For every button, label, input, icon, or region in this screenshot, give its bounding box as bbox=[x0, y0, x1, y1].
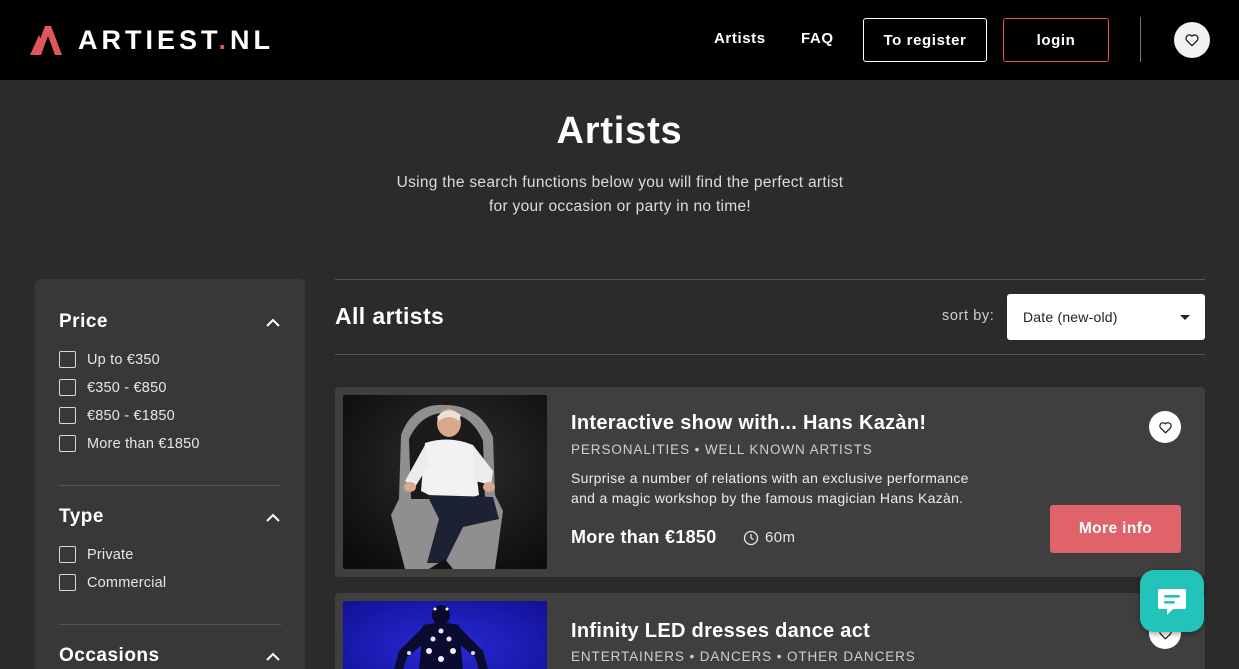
sort-label: sort by: bbox=[942, 308, 995, 324]
description-line: Surprise a number of relations with an e… bbox=[571, 470, 969, 486]
option-label: Private bbox=[87, 546, 134, 563]
checkbox[interactable] bbox=[59, 351, 76, 368]
favorite-button[interactable] bbox=[1149, 411, 1181, 443]
listing-heading: All artists bbox=[335, 303, 445, 329]
chevron-up-icon[interactable] bbox=[265, 318, 281, 328]
site-header: ARTIEST.NL Artists FAQ To register login bbox=[0, 0, 1239, 80]
page-subtitle-line: Using the search functions below you wil… bbox=[396, 174, 844, 191]
clock-icon bbox=[743, 530, 759, 545]
header-divider bbox=[1140, 17, 1141, 62]
sort-selected-value: Date (new-old) bbox=[1023, 309, 1118, 325]
option-label: More than €1850 bbox=[87, 435, 200, 452]
checkbox[interactable] bbox=[59, 379, 76, 396]
artist-title[interactable]: Infinity LED dresses dance act bbox=[571, 620, 870, 643]
artist-categories: PERSONALITIES • WELL KNOWN ARTISTS bbox=[571, 442, 873, 457]
nav-faq-link[interactable]: FAQ bbox=[801, 30, 834, 47]
filter-price-title[interactable]: Price bbox=[59, 311, 108, 333]
nav-artists-link[interactable]: Artists bbox=[714, 30, 766, 47]
listing-top-divider bbox=[335, 279, 1205, 280]
artist-photo[interactable] bbox=[343, 601, 547, 669]
chevron-up-icon[interactable] bbox=[265, 652, 281, 662]
filter-price-option[interactable]: Up to €350 bbox=[59, 351, 160, 368]
artist-card[interactable]: Infinity LED dresses dance act ENTERTAIN… bbox=[335, 593, 1205, 669]
filter-price-option[interactable]: €350 - €850 bbox=[59, 379, 167, 396]
favorites-button[interactable] bbox=[1174, 22, 1210, 58]
checkbox[interactable] bbox=[59, 407, 76, 424]
chat-button[interactable] bbox=[1140, 570, 1204, 632]
chat-bubble-icon bbox=[1158, 589, 1186, 615]
caret-down-icon bbox=[1180, 315, 1190, 320]
filter-type-title[interactable]: Type bbox=[59, 506, 104, 528]
artist-categories: ENTERTAINERS • DANCERS • OTHER DANCERS bbox=[571, 649, 916, 664]
heart-icon bbox=[1158, 421, 1172, 433]
option-label: €350 - €850 bbox=[87, 379, 167, 396]
duration-value: 60m bbox=[765, 529, 796, 546]
filter-price-option[interactable]: More than €1850 bbox=[59, 435, 200, 452]
artist-card[interactable]: Interactive show with... Hans Kazàn! PER… bbox=[335, 387, 1205, 577]
filter-occasions-title[interactable]: Occasions bbox=[59, 645, 160, 667]
artist-description: Surprise a number of relations with an e… bbox=[571, 468, 1021, 508]
filter-type-option[interactable]: Private bbox=[59, 546, 134, 563]
option-label: €850 - €1850 bbox=[87, 407, 175, 424]
register-button[interactable]: To register bbox=[863, 18, 987, 62]
artist-photo-image bbox=[343, 601, 547, 669]
checkbox[interactable] bbox=[59, 546, 76, 563]
filter-type-option[interactable]: Commercial bbox=[59, 574, 166, 591]
listing-bottom-divider bbox=[335, 354, 1205, 355]
sort-select[interactable]: Date (new-old) bbox=[1007, 294, 1205, 340]
login-button[interactable]: login bbox=[1003, 18, 1109, 62]
page-subtitle: Using the search functions below you wil… bbox=[370, 171, 870, 219]
artist-photo-image bbox=[343, 395, 547, 569]
artist-title[interactable]: Interactive show with... Hans Kazàn! bbox=[571, 412, 926, 435]
filter-divider bbox=[59, 624, 281, 625]
artist-photo[interactable] bbox=[343, 395, 547, 569]
filter-price-option[interactable]: €850 - €1850 bbox=[59, 407, 175, 424]
logo-mark-icon bbox=[30, 26, 62, 55]
checkbox[interactable] bbox=[59, 574, 76, 591]
checkbox[interactable] bbox=[59, 435, 76, 452]
chevron-up-icon[interactable] bbox=[265, 513, 281, 523]
option-label: Up to €350 bbox=[87, 351, 160, 368]
page-title: Artists bbox=[556, 110, 683, 152]
filters-panel: Price Up to €350 €350 - €850 €850 - €185… bbox=[35, 279, 305, 669]
site-logo[interactable]: ARTIEST.NL bbox=[30, 24, 274, 56]
option-label: Commercial bbox=[87, 574, 167, 591]
more-info-button[interactable]: More info bbox=[1050, 505, 1181, 553]
description-line: and a magic workshop by the famous magic… bbox=[571, 490, 964, 506]
artist-price: More than €1850 bbox=[571, 527, 717, 547]
heart-icon bbox=[1185, 34, 1199, 47]
logo-text: ARTIEST.NL bbox=[78, 24, 275, 55]
page-subtitle-line: for your occasion or party in no time! bbox=[488, 198, 752, 215]
artist-duration: 60m bbox=[743, 529, 795, 546]
filter-divider bbox=[59, 485, 281, 486]
